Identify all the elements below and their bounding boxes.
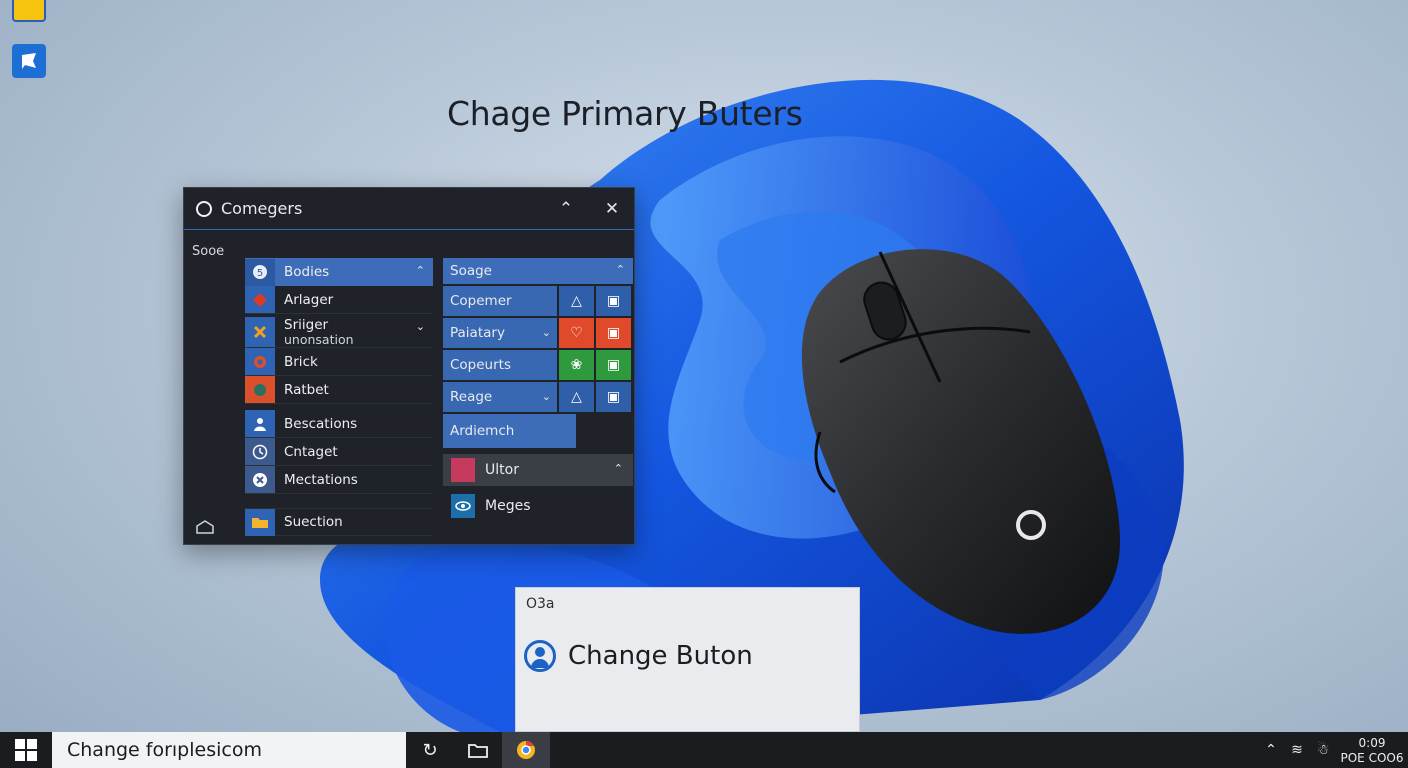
app-thumbnail-icon [451, 458, 475, 482]
clock-icon [245, 438, 275, 465]
list-item-cntaget[interactable]: Cntaget [245, 438, 433, 466]
warning-icon[interactable]: △ [559, 382, 594, 412]
grid-row-reage-label: Reage ⌄ [443, 382, 557, 412]
lock-icon[interactable]: ▣ [596, 318, 631, 348]
card-header-text: O3a [526, 596, 555, 612]
ultor-label: Ultor [485, 462, 519, 478]
list-item-mectations[interactable]: Mectations [245, 466, 433, 494]
chevron-down-icon: ⌄ [541, 326, 551, 339]
list-item-arlager[interactable]: Arlager [245, 286, 433, 314]
change-button[interactable]: Change Buton [524, 640, 753, 672]
chevron-up-icon[interactable]: ⌃ [416, 264, 425, 277]
chrome-button[interactable] [502, 732, 550, 768]
right-panel: Soage ⌃ Copemer △ ▣ Paiatary ⌄ ♡ ▣ Copeur… [443, 258, 633, 522]
clock-time: 0:09 [1358, 735, 1386, 750]
speaker-icon[interactable]: ☃ [1310, 742, 1336, 758]
list-item-label: Bescations [284, 415, 358, 432]
list-item-bodies[interactable]: 5 Bodies ⌃ [245, 258, 433, 286]
left-list: 5 Bodies ⌃ Arlager Sriiger unonsation ⌄ … [245, 258, 433, 536]
chevron-down-icon[interactable]: ⌄ [416, 320, 425, 333]
change-button-card: O3a Change Buton [515, 587, 860, 732]
list-item-label: Arlager [284, 291, 334, 308]
list-item-label: Sriiger [284, 317, 329, 333]
desktop-app-icon[interactable] [12, 0, 46, 22]
chevron-up-icon[interactable]: ⌃ [1258, 742, 1284, 758]
dollar-icon: 5 [245, 258, 275, 286]
taskbar-search-box[interactable]: Change forıplesicom [52, 732, 406, 768]
flower-icon[interactable]: ❀ [559, 350, 594, 380]
list-item-brick[interactable]: Brick [245, 348, 433, 376]
grid-row-reage[interactable]: Reage ⌄ △ ▣ [443, 382, 633, 412]
right-panel-title: Soage [450, 263, 492, 279]
circle-icon [196, 200, 212, 217]
grid-row-copeurts[interactable]: Copeurts ❀ ▣ [443, 350, 633, 380]
warning-icon[interactable]: △ [559, 286, 594, 316]
chevron-up-icon: ⌃ [558, 199, 574, 219]
list-item-label: Brick [284, 353, 318, 370]
close-icon: ✕ [604, 199, 620, 219]
square-icon[interactable]: ▣ [596, 350, 631, 380]
meges-label: Meges [485, 498, 531, 514]
grid-row-paiatary[interactable]: Paiatary ⌄ ♡ ▣ [443, 318, 633, 348]
collapse-button[interactable]: ⌃ [554, 198, 578, 220]
chevron-down-icon: ⌄ [541, 390, 551, 403]
list-item-label: Cntaget [284, 443, 338, 460]
list-item-label: Ratbet [284, 381, 329, 398]
refresh-icon: ↻ [422, 739, 438, 761]
clock-date: POE COO6 [1340, 750, 1404, 765]
person-icon [245, 410, 275, 437]
orange-badge-icon [245, 376, 275, 403]
change-button-label: Change Buton [568, 641, 753, 671]
heart-icon[interactable]: ♡ [559, 318, 594, 348]
image-icon[interactable]: ▣ [596, 382, 631, 412]
file-explorer-button[interactable] [454, 732, 502, 768]
clock[interactable]: 0:09 POE COO6 [1336, 735, 1408, 766]
list-item-sublabel: unonsation [284, 332, 354, 347]
list-item-suection[interactable]: Suection [245, 508, 433, 536]
x-cross-icon [245, 317, 275, 347]
list-item-label: Bodies [284, 264, 330, 280]
taskbar: Change forıplesicom ↻ ⌃ ≋ ☃ 0:09 POE COO… [0, 732, 1408, 768]
svg-text:5: 5 [257, 268, 263, 279]
settings-window: Comegers ⌃ ✕ Sooe 5 Bodies ⌃ Arlager Sri… [183, 187, 635, 545]
refresh-button[interactable]: ↻ [406, 732, 454, 768]
chevron-up-icon: ⌃ [615, 263, 625, 276]
ardiemch-item[interactable]: Ardiemch [443, 414, 576, 448]
grid-row-label: Copemer [443, 286, 557, 316]
close-button[interactable]: ✕ [600, 198, 624, 220]
list-item-sriiger[interactable]: Sriiger unonsation ⌄ [245, 314, 433, 348]
system-tray: ⌃ ≋ ☃ 0:09 POE COO6 [1258, 732, 1408, 768]
desktop-store-icon[interactable] [12, 44, 46, 78]
meges-item[interactable]: Meges [443, 490, 633, 522]
user-icon [524, 640, 556, 672]
mouse-illustration [801, 249, 1120, 634]
network-icon[interactable]: ≋ [1284, 742, 1310, 758]
grid-row-label: Copeurts [443, 350, 557, 380]
grid-row-copemer[interactable]: Copemer △ ▣ [443, 286, 633, 316]
list-item-bescations[interactable]: Bescations [245, 410, 433, 438]
section-label: Sooe [192, 244, 225, 259]
flag-icon [22, 53, 36, 69]
folder-icon [468, 744, 488, 758]
start-button[interactable] [0, 732, 52, 768]
red-gem-icon [245, 286, 275, 313]
list-item-label: Mectations [284, 471, 358, 488]
home-icon[interactable] [196, 520, 214, 534]
close-circle-icon [245, 466, 275, 493]
ultor-item[interactable]: Ultor ⌃ [443, 454, 633, 486]
eye-icon [451, 494, 475, 518]
folder-icon [245, 508, 275, 536]
windows-logo-icon [15, 739, 37, 761]
list-item-ratbet[interactable]: Ratbet [245, 376, 433, 404]
chevron-up-icon: ⌃ [613, 462, 623, 475]
window-title: Comegers [221, 199, 303, 218]
right-panel-header[interactable]: Soage ⌃ [443, 258, 633, 284]
page-title: Chage Primary Buters [447, 94, 803, 133]
window-icon[interactable]: ▣ [596, 286, 631, 316]
browser-icon [517, 741, 535, 759]
gear-icon [245, 348, 275, 375]
grid-row-paiatary-label: Paiatary ⌄ [443, 318, 557, 348]
list-item-label: Suection [284, 514, 343, 530]
